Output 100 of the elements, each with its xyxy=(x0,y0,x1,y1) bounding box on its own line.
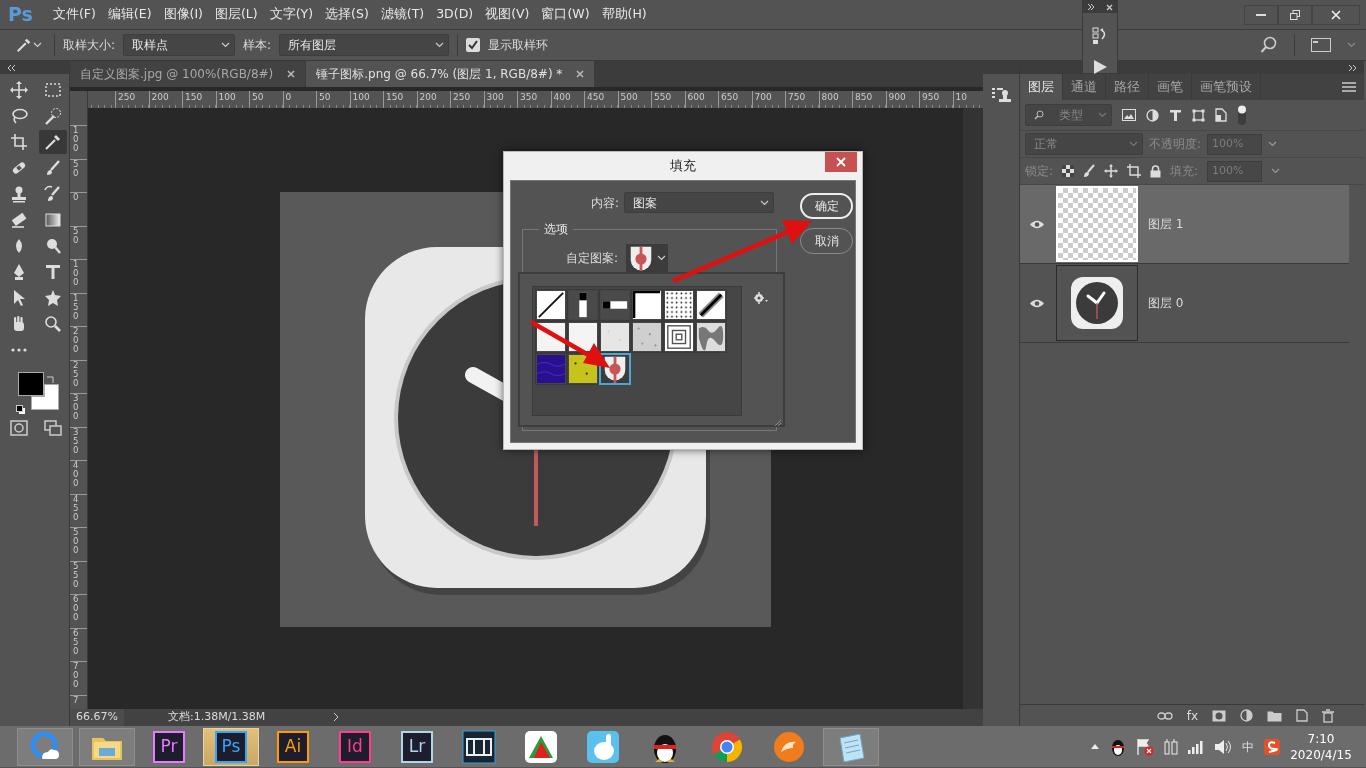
taskbar-button[interactable]: Ai xyxy=(265,727,321,766)
ruler-label: 0 xyxy=(73,193,80,202)
folder-icon[interactable] xyxy=(1267,709,1282,722)
menu-item[interactable]: 文件(F) xyxy=(46,5,102,24)
pattern-swatch[interactable] xyxy=(535,353,567,385)
fx-button[interactable]: fx xyxy=(1186,706,1198,725)
close-icon[interactable] xyxy=(1106,3,1113,11)
history-icon[interactable] xyxy=(1092,27,1108,45)
pattern-swatch[interactable] xyxy=(599,289,631,321)
marquee-icon xyxy=(43,80,63,100)
mask-icon[interactable] xyxy=(1212,709,1226,722)
taskbar-button[interactable]: Ps xyxy=(203,727,259,766)
sample-size-dropdown[interactable]: 取样点 xyxy=(123,34,236,56)
pattern-swatch[interactable] xyxy=(695,289,727,321)
pattern-swatch[interactable] xyxy=(663,289,695,321)
content-dropdown[interactable]: 图案 xyxy=(624,192,775,213)
workspace-icon[interactable] xyxy=(1311,38,1331,52)
brush-icon[interactable] xyxy=(1083,164,1096,178)
image-filter-icon[interactable] xyxy=(1122,109,1136,121)
shape-filter-icon[interactable] xyxy=(1192,108,1205,122)
restore-button[interactable] xyxy=(1278,4,1312,25)
quick-select-icon xyxy=(43,106,63,126)
pattern-swatch[interactable] xyxy=(631,321,663,353)
close-button[interactable] xyxy=(825,152,857,172)
show-hidden-icons[interactable] xyxy=(1090,743,1100,750)
ruler-label: 200 xyxy=(73,327,80,354)
layer-row[interactable]: 图层 1 xyxy=(1020,185,1349,264)
pattern-picker[interactable] xyxy=(626,244,669,272)
adjustment-layer-icon[interactable] xyxy=(1240,709,1253,722)
link-icon[interactable] xyxy=(1156,710,1173,721)
close-button[interactable] xyxy=(1312,4,1360,25)
checkbox[interactable] xyxy=(466,38,481,52)
signal-icon[interactable] xyxy=(1188,739,1204,754)
lock-transparency-icon[interactable] xyxy=(1062,165,1075,177)
menu-item[interactable]: 视图(V) xyxy=(479,5,536,24)
pattern-swatch[interactable] xyxy=(599,353,631,385)
pattern-swatch[interactable] xyxy=(631,289,663,321)
panel-tab[interactable]: 画笔预设 xyxy=(1192,74,1261,100)
eyedropper-tool[interactable] xyxy=(39,130,67,154)
expand-icon xyxy=(1348,63,1358,72)
menu-item[interactable]: 图像(I) xyxy=(157,5,209,24)
layer-row[interactable]: 图层 0 xyxy=(1020,264,1349,343)
dialog-button[interactable]: 确定 xyxy=(800,193,853,219)
taskbar-button[interactable]: Id xyxy=(327,727,383,766)
close-icon xyxy=(836,157,846,167)
gear-icon[interactable] xyxy=(754,291,768,304)
taskbar-button[interactable]: Lr xyxy=(389,727,445,766)
default-colors-icon[interactable] xyxy=(16,404,26,415)
smart-object-filter-icon[interactable] xyxy=(1215,108,1227,122)
swap-icon[interactable] xyxy=(46,374,56,385)
menu-item[interactable]: 文字(Y) xyxy=(263,5,320,24)
minimize-button[interactable] xyxy=(1244,4,1278,25)
power-icon[interactable] xyxy=(1164,737,1178,756)
history-panel-icon[interactable] xyxy=(991,86,1011,104)
menu-item[interactable]: 图层(L) xyxy=(208,5,264,24)
menu-icon[interactable] xyxy=(1342,82,1356,92)
lasso-icon xyxy=(9,106,29,126)
search-icon[interactable] xyxy=(1260,36,1278,54)
input-method-indicator[interactable]: 中 xyxy=(1242,737,1254,756)
ruler-label: 7 xyxy=(73,695,80,705)
sogou-icon[interactable] xyxy=(1264,738,1280,755)
trash-icon[interactable] xyxy=(1322,708,1334,723)
penguin-icon[interactable] xyxy=(1110,737,1126,756)
volume-icon[interactable] xyxy=(1214,738,1232,755)
document-tab[interactable]: 锤子图标.png @ 66.7% (图层 1, RGB/8#) * xyxy=(306,61,595,87)
search-icon xyxy=(1034,110,1044,120)
sample-dropdown[interactable]: 所有图层 xyxy=(279,34,450,56)
foreground-color-swatch[interactable] xyxy=(18,372,44,396)
screen-mode-icon[interactable] xyxy=(44,420,62,436)
dialog-button[interactable]: 取消 xyxy=(800,228,853,254)
background-color-swatch[interactable] xyxy=(31,384,59,410)
pattern-swatch[interactable] xyxy=(663,321,695,353)
menu-item[interactable]: 选择(S) xyxy=(319,5,375,24)
panel-tab[interactable]: 图层 xyxy=(1020,74,1063,100)
artboard-icon[interactable] xyxy=(1127,164,1142,178)
lock-icon[interactable] xyxy=(1150,164,1162,178)
type-filter-icon[interactable] xyxy=(1169,108,1182,122)
pattern-swatch[interactable] xyxy=(599,321,631,353)
eyedropper-icon xyxy=(43,132,63,152)
close-icon[interactable] xyxy=(287,70,296,78)
adjustment-filter-icon[interactable] xyxy=(1146,108,1159,122)
new-layer-icon[interactable] xyxy=(1296,709,1308,722)
chevron-icon[interactable] xyxy=(333,712,340,723)
pattern-swatch[interactable] xyxy=(535,289,567,321)
menu-item[interactable]: 窗口(W) xyxy=(535,5,596,24)
flag-icon[interactable] xyxy=(1136,737,1154,756)
field-label: 样本: xyxy=(243,37,272,54)
pattern-swatch[interactable] xyxy=(695,321,727,353)
move-icon[interactable] xyxy=(1104,164,1119,178)
pattern-swatch[interactable] xyxy=(567,289,599,321)
filter-toggle-icon[interactable] xyxy=(1237,104,1247,126)
panel-tab[interactable]: 画笔 xyxy=(1149,74,1192,100)
menu-item[interactable]: 编辑(E) xyxy=(101,5,158,24)
document-tab[interactable]: 自定义图案.jpg @ 100%(RGB/8#) xyxy=(70,61,306,87)
menu-item[interactable]: 帮助(H) xyxy=(595,5,653,24)
quick-mask-icon[interactable] xyxy=(10,420,28,436)
menu-item[interactable]: 3D(D) xyxy=(430,5,480,24)
close-icon[interactable] xyxy=(576,70,585,78)
taskbar-button[interactable]: Pr xyxy=(141,727,197,766)
menu-item[interactable]: 滤镜(T) xyxy=(374,5,431,24)
